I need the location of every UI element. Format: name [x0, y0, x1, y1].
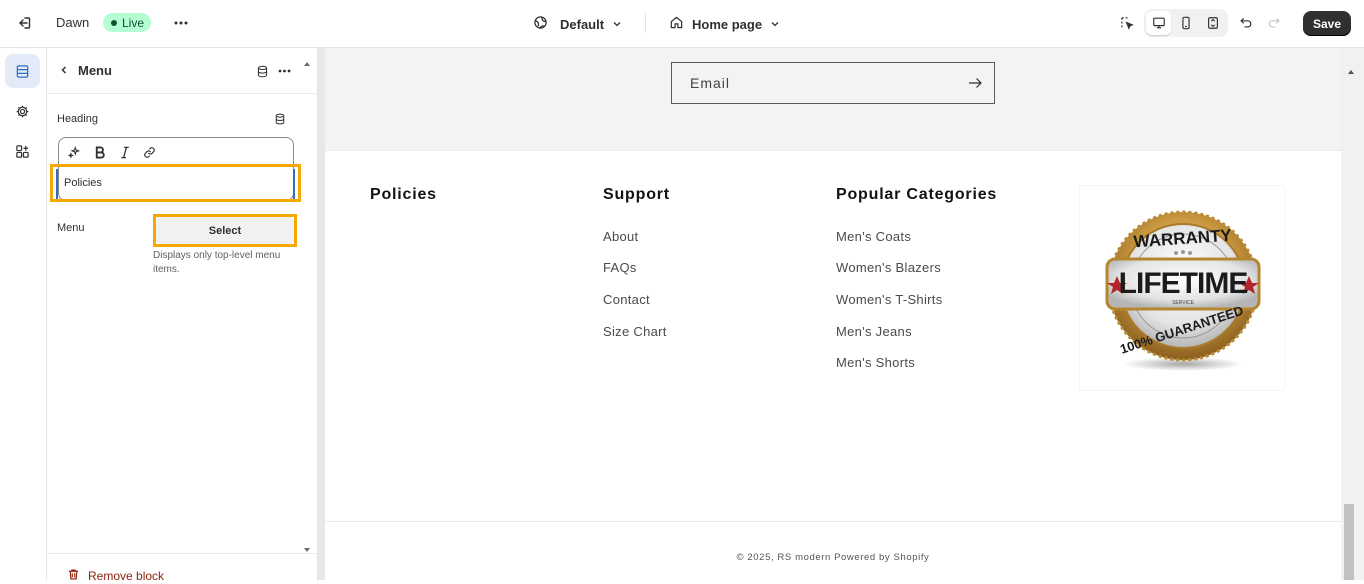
theme-name: Dawn [56, 15, 90, 30]
footer-heading-policies[interactable]: Policies [370, 186, 437, 204]
dynamic-source-icon[interactable] [253, 62, 271, 80]
preview-scrollbar-thumb[interactable] [1344, 504, 1354, 580]
connect-dynamic-source-icon[interactable] [272, 111, 288, 127]
bold-icon[interactable] [90, 143, 109, 162]
apps-icon[interactable] [5, 134, 40, 168]
footer-heading-popular-categories: Popular Categories [836, 186, 998, 203]
editor-topbar: Dawn Live Default Home page Save [0, 0, 1364, 48]
more-actions-icon[interactable] [170, 12, 192, 34]
menu-help-text: Displays only top-level menu items. [153, 250, 281, 275]
footer-link[interactable]: Men's Shorts [836, 355, 915, 370]
menu-select-button[interactable]: Select [156, 217, 294, 244]
email-input[interactable]: Email [671, 62, 995, 104]
theme-style-label: Default [560, 16, 605, 32]
fullscreen-view-icon[interactable] [1201, 11, 1226, 35]
remove-block-button[interactable]: Remove block [67, 568, 164, 584]
footer-heading-support: Support [603, 186, 670, 203]
redo-icon[interactable] [1264, 13, 1284, 33]
preview-scrollbar[interactable] [1341, 48, 1364, 580]
email-placeholder: Email [690, 75, 731, 91]
sections-icon[interactable] [5, 54, 40, 88]
back-chevron-icon[interactable] [56, 62, 72, 78]
live-badge-label: Live [122, 15, 145, 30]
mobile-view-icon[interactable] [1173, 11, 1198, 35]
rte-toolbar [65, 143, 159, 162]
copyright-text: © 2025, RS modern Powered by Shopify [736, 552, 930, 563]
block-settings-panel: Menu Heading Policies Menu Select Displa… [47, 48, 318, 583]
ai-sparkle-icon[interactable] [65, 143, 84, 162]
arrow-right-icon[interactable] [968, 76, 982, 94]
footer-link[interactable]: Men's Jeans [836, 324, 912, 339]
live-status-badge: Live [103, 13, 152, 32]
save-button[interactable]: Save [1303, 11, 1351, 36]
footer-link[interactable]: FAQs [603, 260, 637, 275]
badge-main-text: LIFETIME [1119, 267, 1248, 300]
preview-scroll-up-icon[interactable] [1347, 62, 1355, 80]
panel-footer: Remove block [47, 553, 318, 583]
heading-text-input[interactable]: Policies [56, 169, 295, 199]
panel-title: Menu [78, 63, 112, 78]
panel-scroll-up-icon[interactable] [303, 54, 311, 72]
page-dropdown-label: Home page [692, 16, 763, 32]
more-options-icon[interactable] [275, 62, 293, 80]
footer-link[interactable]: About [603, 229, 638, 244]
newsletter-section: Email [325, 48, 1341, 151]
lifetime-warranty-seal-icon: LIFETIME SERVICE WARRANTY 100% GUARANTEE… [1105, 210, 1261, 371]
exit-icon[interactable] [14, 13, 34, 33]
panel-header: Menu [47, 48, 318, 94]
theme-settings-icon[interactable] [5, 94, 40, 128]
chevron-down-icon [770, 17, 780, 32]
footer-link[interactable]: Contact [603, 292, 650, 307]
footer-link[interactable]: Women's Blazers [836, 260, 941, 275]
editor-rail [0, 48, 47, 580]
divider [645, 13, 646, 33]
inspector-select-icon[interactable] [1117, 13, 1137, 33]
menu-field-label: Menu [57, 222, 85, 234]
trash-icon [67, 568, 80, 584]
link-icon[interactable] [140, 143, 159, 162]
footer-divider [325, 521, 1341, 522]
page-dropdown[interactable]: Home page [669, 15, 780, 33]
remove-block-label: Remove block [88, 569, 165, 583]
heading-field-label: Heading [57, 113, 98, 125]
badge-small-text: SERVICE [1172, 300, 1195, 306]
italic-icon[interactable] [115, 143, 134, 162]
device-switcher [1144, 9, 1228, 37]
footer-link[interactable]: Women's T-Shirts [836, 292, 943, 307]
footer-link[interactable]: Size Chart [603, 324, 667, 339]
live-dot-icon [111, 19, 117, 26]
preview-canvas: Email Policies Support About FAQs Contac… [325, 48, 1341, 580]
storefront-preview: Email Policies Support About FAQs Contac… [318, 48, 1364, 580]
warranty-badge-image: LIFETIME SERVICE WARRANTY 100% GUARANTEE… [1079, 185, 1285, 391]
globe-icon [533, 15, 548, 33]
theme-style-dropdown[interactable]: Default [533, 15, 622, 33]
footer-link[interactable]: Men's Coats [836, 229, 911, 244]
home-icon [669, 15, 684, 33]
desktop-view-icon[interactable] [1146, 11, 1172, 35]
undo-icon[interactable] [1236, 13, 1256, 33]
chevron-down-icon [612, 17, 622, 32]
